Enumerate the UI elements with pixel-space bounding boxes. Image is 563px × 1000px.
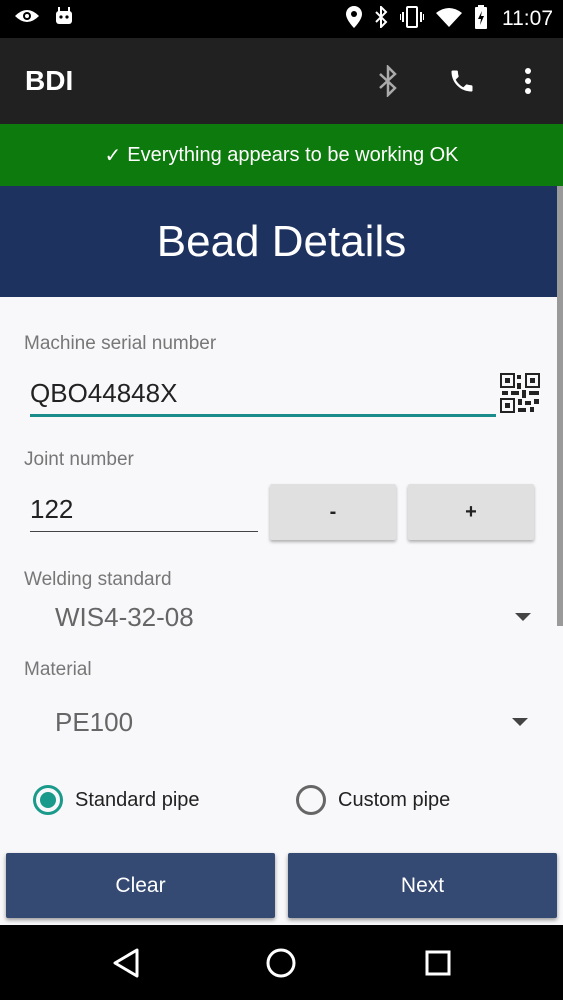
bluetooth-status-icon bbox=[374, 4, 388, 32]
chevron-down-icon[interactable] bbox=[515, 613, 531, 621]
joint-label: Joint number bbox=[24, 449, 134, 470]
status-banner: ✓ Everything appears to be working OK bbox=[0, 124, 563, 186]
status-banner-text: Everything appears to be working OK bbox=[127, 143, 459, 166]
radio-custom-pipe[interactable]: Custom pipe bbox=[296, 785, 450, 815]
location-icon bbox=[346, 6, 362, 32]
android-icon bbox=[54, 6, 74, 30]
more-options-icon[interactable] bbox=[511, 64, 545, 98]
radio-selected-icon bbox=[33, 785, 63, 815]
material-label: Material bbox=[24, 659, 92, 680]
next-button[interactable]: Next bbox=[288, 853, 557, 918]
qr-code-icon[interactable] bbox=[500, 373, 540, 413]
scrollbar[interactable] bbox=[557, 186, 563, 626]
form-content: Machine serial number QBO44848X Joint nu… bbox=[0, 297, 563, 925]
joint-input-underline bbox=[30, 531, 258, 532]
page-title: Bead Details bbox=[156, 216, 407, 266]
serial-input[interactable]: QBO44848X bbox=[30, 378, 177, 409]
bluetooth-icon[interactable] bbox=[371, 64, 405, 98]
joint-input[interactable]: 122 bbox=[30, 494, 73, 525]
phone-icon[interactable] bbox=[445, 64, 479, 98]
decrement-button[interactable]: - bbox=[270, 484, 396, 540]
welding-standard-select[interactable]: WIS4-32-08 bbox=[55, 602, 194, 633]
radio-custom-pipe-label: Custom pipe bbox=[338, 788, 451, 811]
back-icon[interactable] bbox=[108, 945, 144, 981]
welding-standard-label: Welding standard bbox=[24, 569, 172, 590]
serial-label: Machine serial number bbox=[24, 333, 217, 354]
chevron-down-icon[interactable] bbox=[512, 718, 528, 726]
navigation-bar bbox=[0, 925, 563, 1000]
serial-input-underline bbox=[30, 414, 496, 417]
status-clock: 11:07 bbox=[502, 7, 553, 30]
check-icon: ✓ bbox=[104, 144, 122, 167]
status-bar: 11:07 bbox=[0, 0, 563, 38]
app-title: BDI bbox=[25, 65, 74, 96]
battery-icon bbox=[474, 5, 488, 33]
vibrate-icon bbox=[399, 6, 425, 32]
radio-unselected-icon bbox=[296, 785, 326, 815]
wifi-icon bbox=[436, 7, 462, 31]
radio-standard-pipe[interactable]: Standard pipe bbox=[33, 785, 200, 815]
app-bar: BDI bbox=[0, 38, 563, 124]
clear-button[interactable]: Clear bbox=[6, 853, 275, 918]
page-header: Bead Details bbox=[0, 186, 563, 297]
home-icon[interactable] bbox=[263, 945, 299, 981]
material-select[interactable]: PE100 bbox=[55, 707, 133, 738]
increment-button[interactable]: + bbox=[408, 484, 534, 540]
recents-icon[interactable] bbox=[420, 945, 456, 981]
eye-icon bbox=[14, 7, 40, 29]
radio-standard-pipe-label: Standard pipe bbox=[75, 788, 200, 811]
